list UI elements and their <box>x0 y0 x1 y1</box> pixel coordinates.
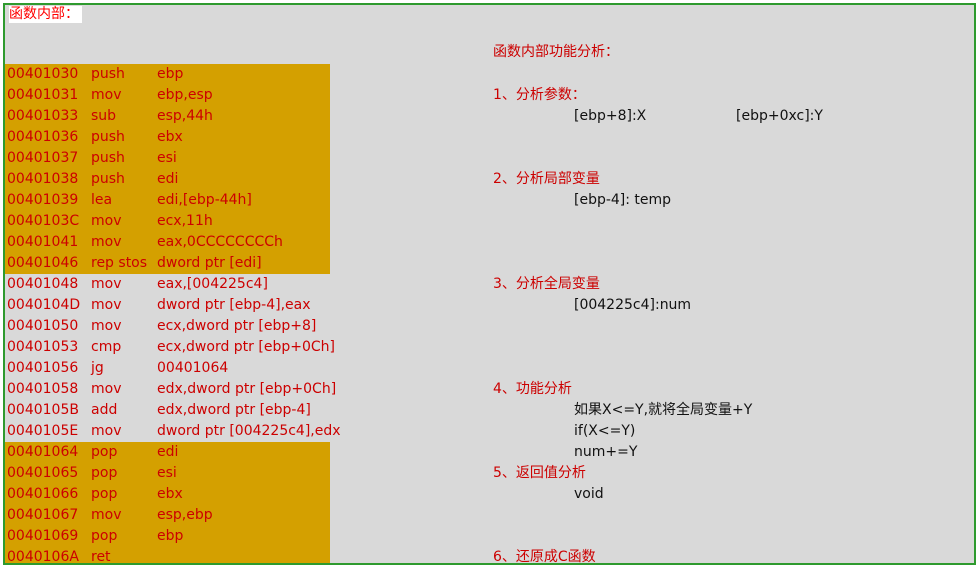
function-desc: 如果X<=Y,就将全局变量+Y <box>574 402 753 418</box>
asm-address: 00401058 <box>7 381 79 397</box>
asm-mnemonic: cmp <box>91 339 122 355</box>
asm-address: 0040105E <box>7 423 79 439</box>
asm-address: 0040105B <box>7 402 79 418</box>
asm-mnemonic: mov <box>91 297 122 313</box>
asm-mnemonic: pop <box>91 486 118 502</box>
asm-address: 00401064 <box>7 444 79 460</box>
header-label: 函数内部： <box>9 6 82 23</box>
document-frame: 函数内部： 00401030 push ebp 00401031 mov ebp,esp 0… <box>3 3 976 565</box>
asm-address: 00401036 <box>7 129 79 145</box>
asm-mnemonic: lea <box>91 192 113 208</box>
asm-address: 00401046 <box>7 255 79 271</box>
asm-mnemonic: sub <box>91 108 117 124</box>
asm-operand: esp,ebp <box>157 507 213 523</box>
asm-operand: ebp,esp <box>157 87 213 103</box>
asm-mnemonic: mov <box>91 234 122 250</box>
asm-mnemonic: mov <box>91 507 122 523</box>
asm-address: 00401067 <box>7 507 79 523</box>
function-heading: 4、功能分析 <box>493 381 572 397</box>
function-if: if(X<=Y) <box>574 423 636 439</box>
return-heading: 5、返回值分析 <box>493 465 586 481</box>
asm-mnemonic: add <box>91 402 118 418</box>
asm-operand: esi <box>157 150 177 166</box>
asm-mnemonic: push <box>91 129 125 145</box>
asm-operand: esp,44h <box>157 108 213 124</box>
asm-operand: dword ptr [edi] <box>157 255 262 271</box>
asm-mnemonic: mov <box>91 276 122 292</box>
asm-mnemonic: pop <box>91 528 118 544</box>
asm-mnemonic: mov <box>91 87 122 103</box>
function-add: num+=Y <box>574 444 638 460</box>
asm-mnemonic: mov <box>91 381 122 397</box>
asm-operand: eax,0CCCCCCCCh <box>157 234 283 250</box>
param-y: [ebp+0xc]:Y <box>736 108 823 124</box>
asm-operand: 00401064 <box>157 360 229 376</box>
asm-mnemonic: pop <box>91 444 118 460</box>
asm-address: 00401048 <box>7 276 79 292</box>
asm-address: 00401069 <box>7 528 79 544</box>
asm-operand: ecx,dword ptr [ebp+0Ch] <box>157 339 335 355</box>
asm-operand: ebx <box>157 486 183 502</box>
asm-address: 0040103C <box>7 213 80 229</box>
asm-address: 00401031 <box>7 87 79 103</box>
asm-mnemonic: rep stos <box>91 255 148 271</box>
asm-mnemonic: push <box>91 150 125 166</box>
asm-address: 00401053 <box>7 339 79 355</box>
globals-heading: 3、分析全局变量 <box>493 276 600 292</box>
asm-address: 00401039 <box>7 192 79 208</box>
asm-operand: ecx,11h <box>157 213 213 229</box>
asm-mnemonic: ret <box>91 549 111 565</box>
asm-mnemonic: mov <box>91 213 122 229</box>
analysis-title: 函数内部功能分析： <box>493 44 619 60</box>
asm-address: 00401050 <box>7 318 79 334</box>
param-x: [ebp+8]:X <box>574 108 647 124</box>
asm-address: 00401037 <box>7 150 79 166</box>
local-temp: [ebp-4]: temp <box>574 192 672 208</box>
params-heading: 1、分析参数： <box>493 87 586 103</box>
asm-operand: eax,[004225c4] <box>157 276 268 292</box>
return-void: void <box>574 486 604 502</box>
asm-address: 00401033 <box>7 108 79 124</box>
asm-operand: edx,dword ptr [ebp+0Ch] <box>157 381 337 397</box>
asm-operand: edi <box>157 171 179 187</box>
asm-operand: dword ptr [ebp-4],eax <box>157 297 311 313</box>
asm-operand: ecx,dword ptr [ebp+8] <box>157 318 317 334</box>
asm-address: 00401041 <box>7 234 79 250</box>
asm-operand: edx,dword ptr [ebp-4] <box>157 402 311 418</box>
asm-address: 00401038 <box>7 171 79 187</box>
locals-heading: 2、分析局部变量 <box>493 171 600 187</box>
asm-address: 0040106A <box>7 549 79 565</box>
asm-operand: ebp <box>157 66 184 82</box>
restore-c-heading: 6、还原成C函数 <box>493 549 596 565</box>
asm-operand: edi <box>157 444 179 460</box>
asm-operand: edi,[ebp-44h] <box>157 192 252 208</box>
asm-address: 00401030 <box>7 66 79 82</box>
asm-operand: ebx <box>157 129 183 145</box>
asm-address: 00401065 <box>7 465 79 481</box>
asm-operand: dword ptr [004225c4],edx <box>157 423 341 439</box>
asm-address: 00401066 <box>7 486 79 502</box>
asm-mnemonic: pop <box>91 465 118 481</box>
asm-mnemonic: push <box>91 66 125 82</box>
asm-mnemonic: push <box>91 171 125 187</box>
asm-operand: ebp <box>157 528 184 544</box>
asm-operand: esi <box>157 465 177 481</box>
asm-mnemonic: mov <box>91 423 122 439</box>
asm-address: 00401056 <box>7 360 79 376</box>
asm-mnemonic: jg <box>91 360 104 376</box>
asm-address: 0040104D <box>7 297 81 313</box>
global-num: [004225c4]:num <box>574 297 692 313</box>
asm-mnemonic: mov <box>91 318 122 334</box>
